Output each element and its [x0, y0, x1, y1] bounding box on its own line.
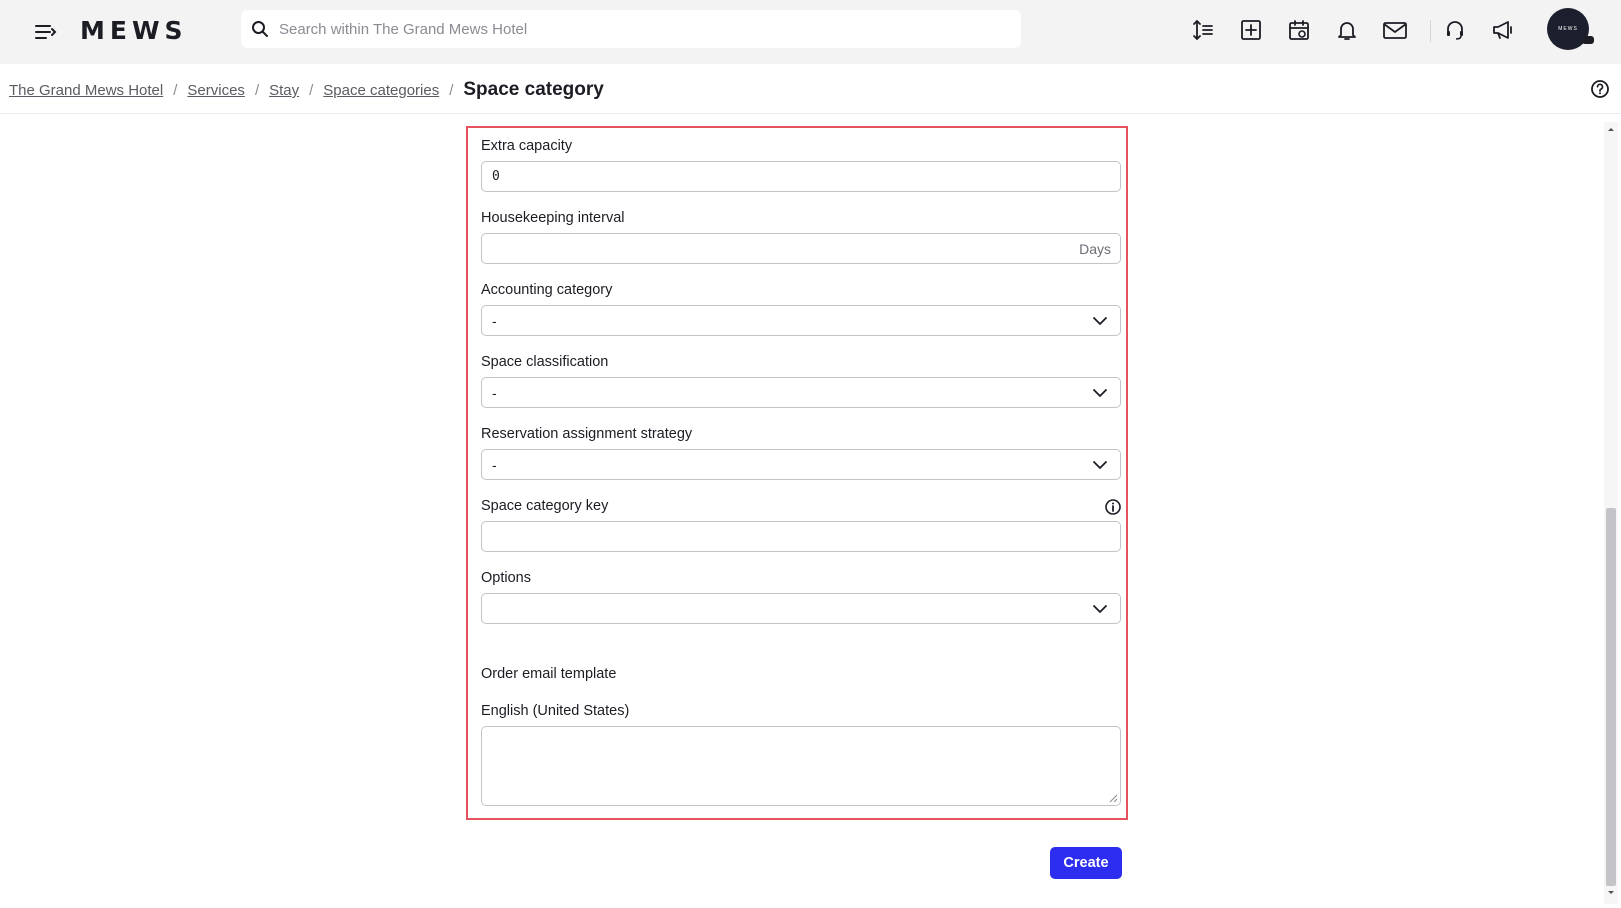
housekeeping-interval-label: Housekeeping interval	[481, 210, 625, 226]
breadcrumb-separator: /	[173, 82, 178, 99]
page-title: Space category	[463, 79, 604, 100]
mail-icon[interactable]	[1381, 16, 1409, 44]
space-classification-value: -	[492, 384, 497, 401]
reservation-assignment-strategy-select[interactable]: -	[481, 449, 1121, 480]
breadcrumb-space-categories[interactable]: Space categories	[323, 82, 439, 99]
search-input[interactable]	[279, 20, 979, 38]
space-category-key-input[interactable]	[481, 521, 1121, 552]
space-classification-select[interactable]: -	[481, 377, 1121, 408]
status-indicator	[1582, 36, 1594, 44]
bell-icon[interactable]	[1333, 16, 1361, 44]
accounting-category-select[interactable]: -	[481, 305, 1121, 336]
breadcrumb: The Grand Mews Hotel / Services / Stay /…	[9, 79, 604, 101]
extra-capacity-label: Extra capacity	[481, 138, 573, 154]
resize-handle-icon[interactable]	[1108, 793, 1118, 803]
extra-capacity-input[interactable]: 0	[481, 161, 1121, 192]
extra-capacity-value: 0	[492, 169, 500, 184]
mews-logo[interactable]: MEWS	[80, 16, 188, 45]
chevron-down-icon	[1093, 389, 1107, 397]
scrollbar-thumb[interactable]	[1606, 508, 1616, 886]
search-box[interactable]	[241, 10, 1021, 48]
toolbar-divider	[1430, 20, 1431, 42]
chevron-down-icon	[1093, 461, 1107, 469]
options-select[interactable]	[481, 593, 1121, 624]
breadcrumb-separator: /	[449, 82, 454, 99]
reservation-assignment-strategy-value: -	[492, 456, 497, 473]
megaphone-icon[interactable]	[1489, 16, 1517, 44]
chevron-down-icon	[1093, 605, 1107, 613]
calendar-icon[interactable]	[1285, 16, 1313, 44]
reservation-assignment-strategy-label: Reservation assignment strategy	[481, 426, 693, 442]
days-suffix: Days	[1079, 241, 1111, 257]
chevron-down-icon	[1093, 317, 1107, 325]
order-email-template-heading: Order email template	[481, 666, 617, 682]
breadcrumb-separator: /	[309, 82, 314, 99]
help-icon[interactable]	[1589, 78, 1611, 100]
scroll-up-arrow-icon[interactable]	[1606, 124, 1616, 134]
top-bar: MEWS MEWS	[0, 0, 1621, 64]
breadcrumb-stay[interactable]: Stay	[269, 82, 299, 99]
english-us-label: English (United States)	[481, 703, 630, 719]
accounting-category-label: Accounting category	[481, 282, 613, 298]
breadcrumb-hotel[interactable]: The Grand Mews Hotel	[9, 82, 163, 99]
add-icon[interactable]	[1237, 16, 1265, 44]
space-category-key-label: Space category key	[481, 498, 609, 514]
accounting-category-value: -	[492, 312, 497, 329]
breadcrumb-services[interactable]: Services	[187, 82, 245, 99]
search-icon	[252, 21, 268, 37]
order-email-template-textarea[interactable]	[481, 726, 1121, 806]
housekeeping-interval-input[interactable]: Days	[481, 233, 1121, 264]
options-label: Options	[481, 570, 531, 586]
scroll-down-arrow-icon[interactable]	[1606, 888, 1616, 898]
menu-icon[interactable]	[30, 18, 58, 46]
space-classification-label: Space classification	[481, 354, 609, 370]
sort-icon[interactable]	[1189, 16, 1217, 44]
create-button[interactable]: Create	[1050, 847, 1122, 879]
breadcrumb-bar: The Grand Mews Hotel / Services / Stay /…	[0, 64, 1621, 114]
headset-icon[interactable]	[1441, 16, 1469, 44]
breadcrumb-separator: /	[254, 82, 260, 99]
info-icon[interactable]	[1104, 498, 1122, 516]
